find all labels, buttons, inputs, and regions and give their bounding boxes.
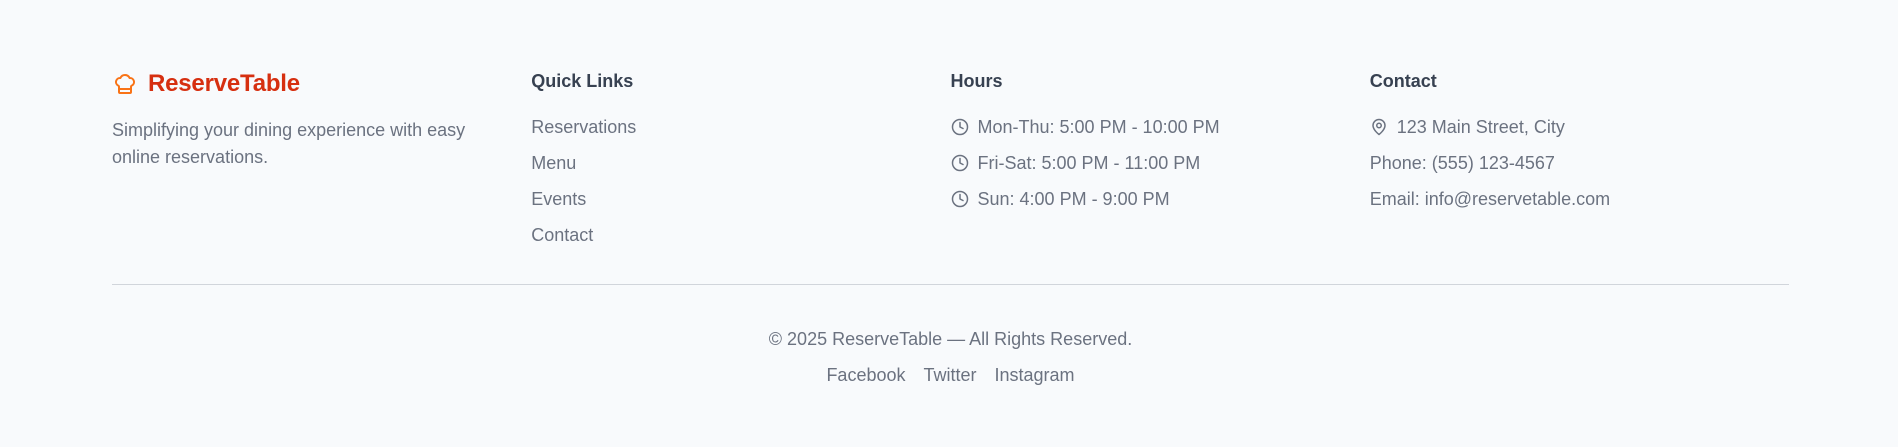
social-link-instagram[interactable]: Instagram	[995, 361, 1075, 389]
quick-link-label[interactable]: Events	[531, 189, 586, 209]
hours-item: Sun: 4:00 PM - 9:00 PM	[951, 181, 1370, 217]
quick-links-column: Quick Links Reservations Menu Events Con…	[531, 66, 950, 253]
footer-container: ReserveTable Simplifying your dining exp…	[112, 66, 1789, 389]
quick-link-label[interactable]: Reservations	[531, 117, 636, 137]
contact-column: Contact 123 Main Street, City Phone: (55…	[1370, 66, 1789, 253]
footer-divider	[112, 284, 1789, 285]
hours-item: Mon-Thu: 5:00 PM - 10:00 PM	[951, 109, 1370, 145]
quick-link-label[interactable]: Contact	[531, 225, 593, 245]
phone-text: Phone: (555) 123-4567	[1369, 152, 1555, 173]
social-link-facebook[interactable]: Facebook	[826, 361, 905, 389]
email-text: Email: info@reservetable.com	[1369, 188, 1611, 209]
quick-link-label[interactable]: Menu	[531, 153, 576, 173]
quick-link-events[interactable]: Events	[531, 181, 950, 217]
map-pin-icon	[1370, 118, 1388, 136]
chef-hat-icon	[112, 71, 138, 97]
clock-icon	[951, 118, 969, 136]
quick-link-contact[interactable]: Contact	[531, 217, 950, 253]
footer-columns: ReserveTable Simplifying your dining exp…	[112, 66, 1789, 253]
clock-icon	[951, 190, 969, 208]
copyright-text: © 2025 ReserveTable — All Rights Reserve…	[768, 329, 1133, 349]
social-links: Facebook Twitter Instagram	[112, 361, 1789, 389]
address-text: 123 Main Street, City	[1396, 116, 1565, 137]
quick-link-menu[interactable]: Menu	[531, 145, 950, 181]
contact-list: 123 Main Street, City Phone: (555) 123-4…	[1370, 109, 1789, 217]
contact-email: Email: info@reservetable.com	[1370, 181, 1789, 217]
site-footer: ReserveTable Simplifying your dining exp…	[0, 0, 1898, 447]
brand-logo[interactable]: ReserveTable	[112, 67, 531, 101]
hours-text: Mon-Thu: 5:00 PM - 10:00 PM	[977, 116, 1220, 137]
contact-phone: Phone: (555) 123-4567	[1370, 145, 1789, 181]
brand-column: ReserveTable Simplifying your dining exp…	[112, 66, 531, 253]
contact-heading: Contact	[1369, 71, 1437, 91]
contact-address: 123 Main Street, City	[1370, 109, 1789, 145]
quick-links-list: Reservations Menu Events Contact	[531, 109, 950, 253]
hours-heading: Hours	[950, 71, 1003, 91]
social-link-twitter[interactable]: Twitter	[924, 361, 977, 389]
hours-item: Fri-Sat: 5:00 PM - 11:00 PM	[951, 145, 1370, 181]
quick-link-reservations[interactable]: Reservations	[531, 109, 950, 145]
hours-text: Sun: 4:00 PM - 9:00 PM	[977, 188, 1170, 209]
hours-text: Fri-Sat: 5:00 PM - 11:00 PM	[977, 152, 1201, 173]
quick-links-heading: Quick Links	[531, 71, 634, 91]
brand-name: ReserveTable	[148, 70, 300, 97]
clock-icon	[951, 154, 969, 172]
hours-column: Hours Mon-Thu: 5:00 PM - 10:00 PM Fri-Sa…	[951, 66, 1370, 253]
hours-list: Mon-Thu: 5:00 PM - 10:00 PM Fri-Sat: 5:0…	[951, 109, 1370, 217]
brand-tagline: Simplifying your dining experience with …	[112, 120, 466, 167]
footer-bottom: © 2025 ReserveTable — All Rights Reserve…	[112, 325, 1789, 389]
